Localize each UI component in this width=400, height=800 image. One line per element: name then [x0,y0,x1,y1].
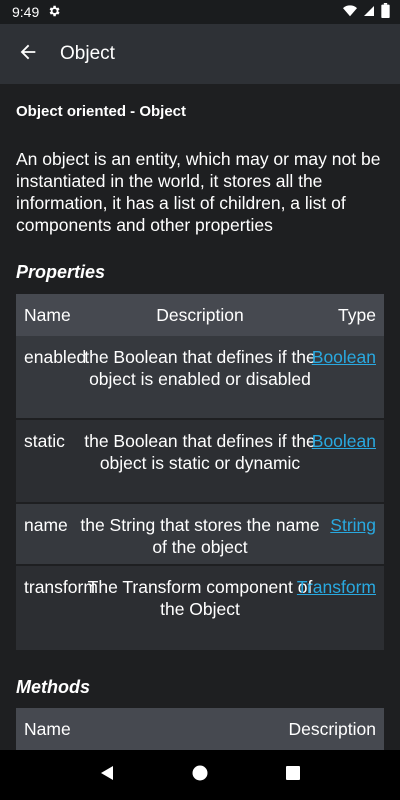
nav-recents-button[interactable] [273,755,313,795]
row-description: the Boolean that defines if the object i… [84,431,316,473]
arrow-left-icon [17,41,39,68]
triangle-back-icon [99,765,115,786]
row-description: The Transform component of the Object [87,577,313,619]
row-name: name [24,515,68,535]
header-name: Name [24,718,71,739]
battery-icon [381,3,390,21]
properties-table-header: Name Description Type [16,294,384,336]
table-row: enabled the Boolean that defines if the … [16,336,384,420]
circle-home-icon [192,765,208,786]
properties-title: Properties [16,262,106,282]
system-nav-bar [0,750,400,800]
row-description: the String that stores the name of the o… [80,515,320,557]
cell-signal-icon [363,4,375,21]
row-description: the Boolean that defines if the object i… [84,347,316,389]
row-name: static [24,431,65,451]
properties-table: Name Description Type enabled the Boolea… [16,294,384,650]
table-row: name the String that stores the name of … [16,504,384,566]
nav-home-button[interactable] [180,755,220,795]
header-description: Description [288,718,376,739]
table-row: transform The Transform component of the… [16,566,384,650]
type-link[interactable]: Transform [297,576,376,598]
type-link[interactable]: Boolean [312,430,376,452]
methods-table-header: Name Description [16,708,384,750]
status-bar: 9:49 [0,0,400,24]
table-row: static the Boolean that defines if the o… [16,420,384,504]
content-heading: Object oriented - Object [16,103,187,120]
back-button[interactable] [0,24,56,84]
type-link[interactable]: String [330,514,376,536]
content-scroll[interactable]: Object oriented - Object An object is an… [0,84,400,750]
app-bar: Object [0,24,400,84]
status-time: 9:49 [12,4,40,20]
intro-text: An object is an entity, which may or may… [16,149,381,235]
gear-icon [47,4,61,21]
row-name: enabled [24,347,87,367]
methods-table: Name Description [16,708,384,750]
type-link[interactable]: Boolean [312,346,376,368]
nav-back-button[interactable] [87,755,127,795]
square-recents-icon [286,765,301,785]
header-description: Description [156,304,244,325]
wifi-icon [343,4,357,21]
methods-title: Methods [16,677,90,697]
properties-table-body: enabled the Boolean that defines if the … [16,336,384,650]
page-title: Object [60,43,115,64]
